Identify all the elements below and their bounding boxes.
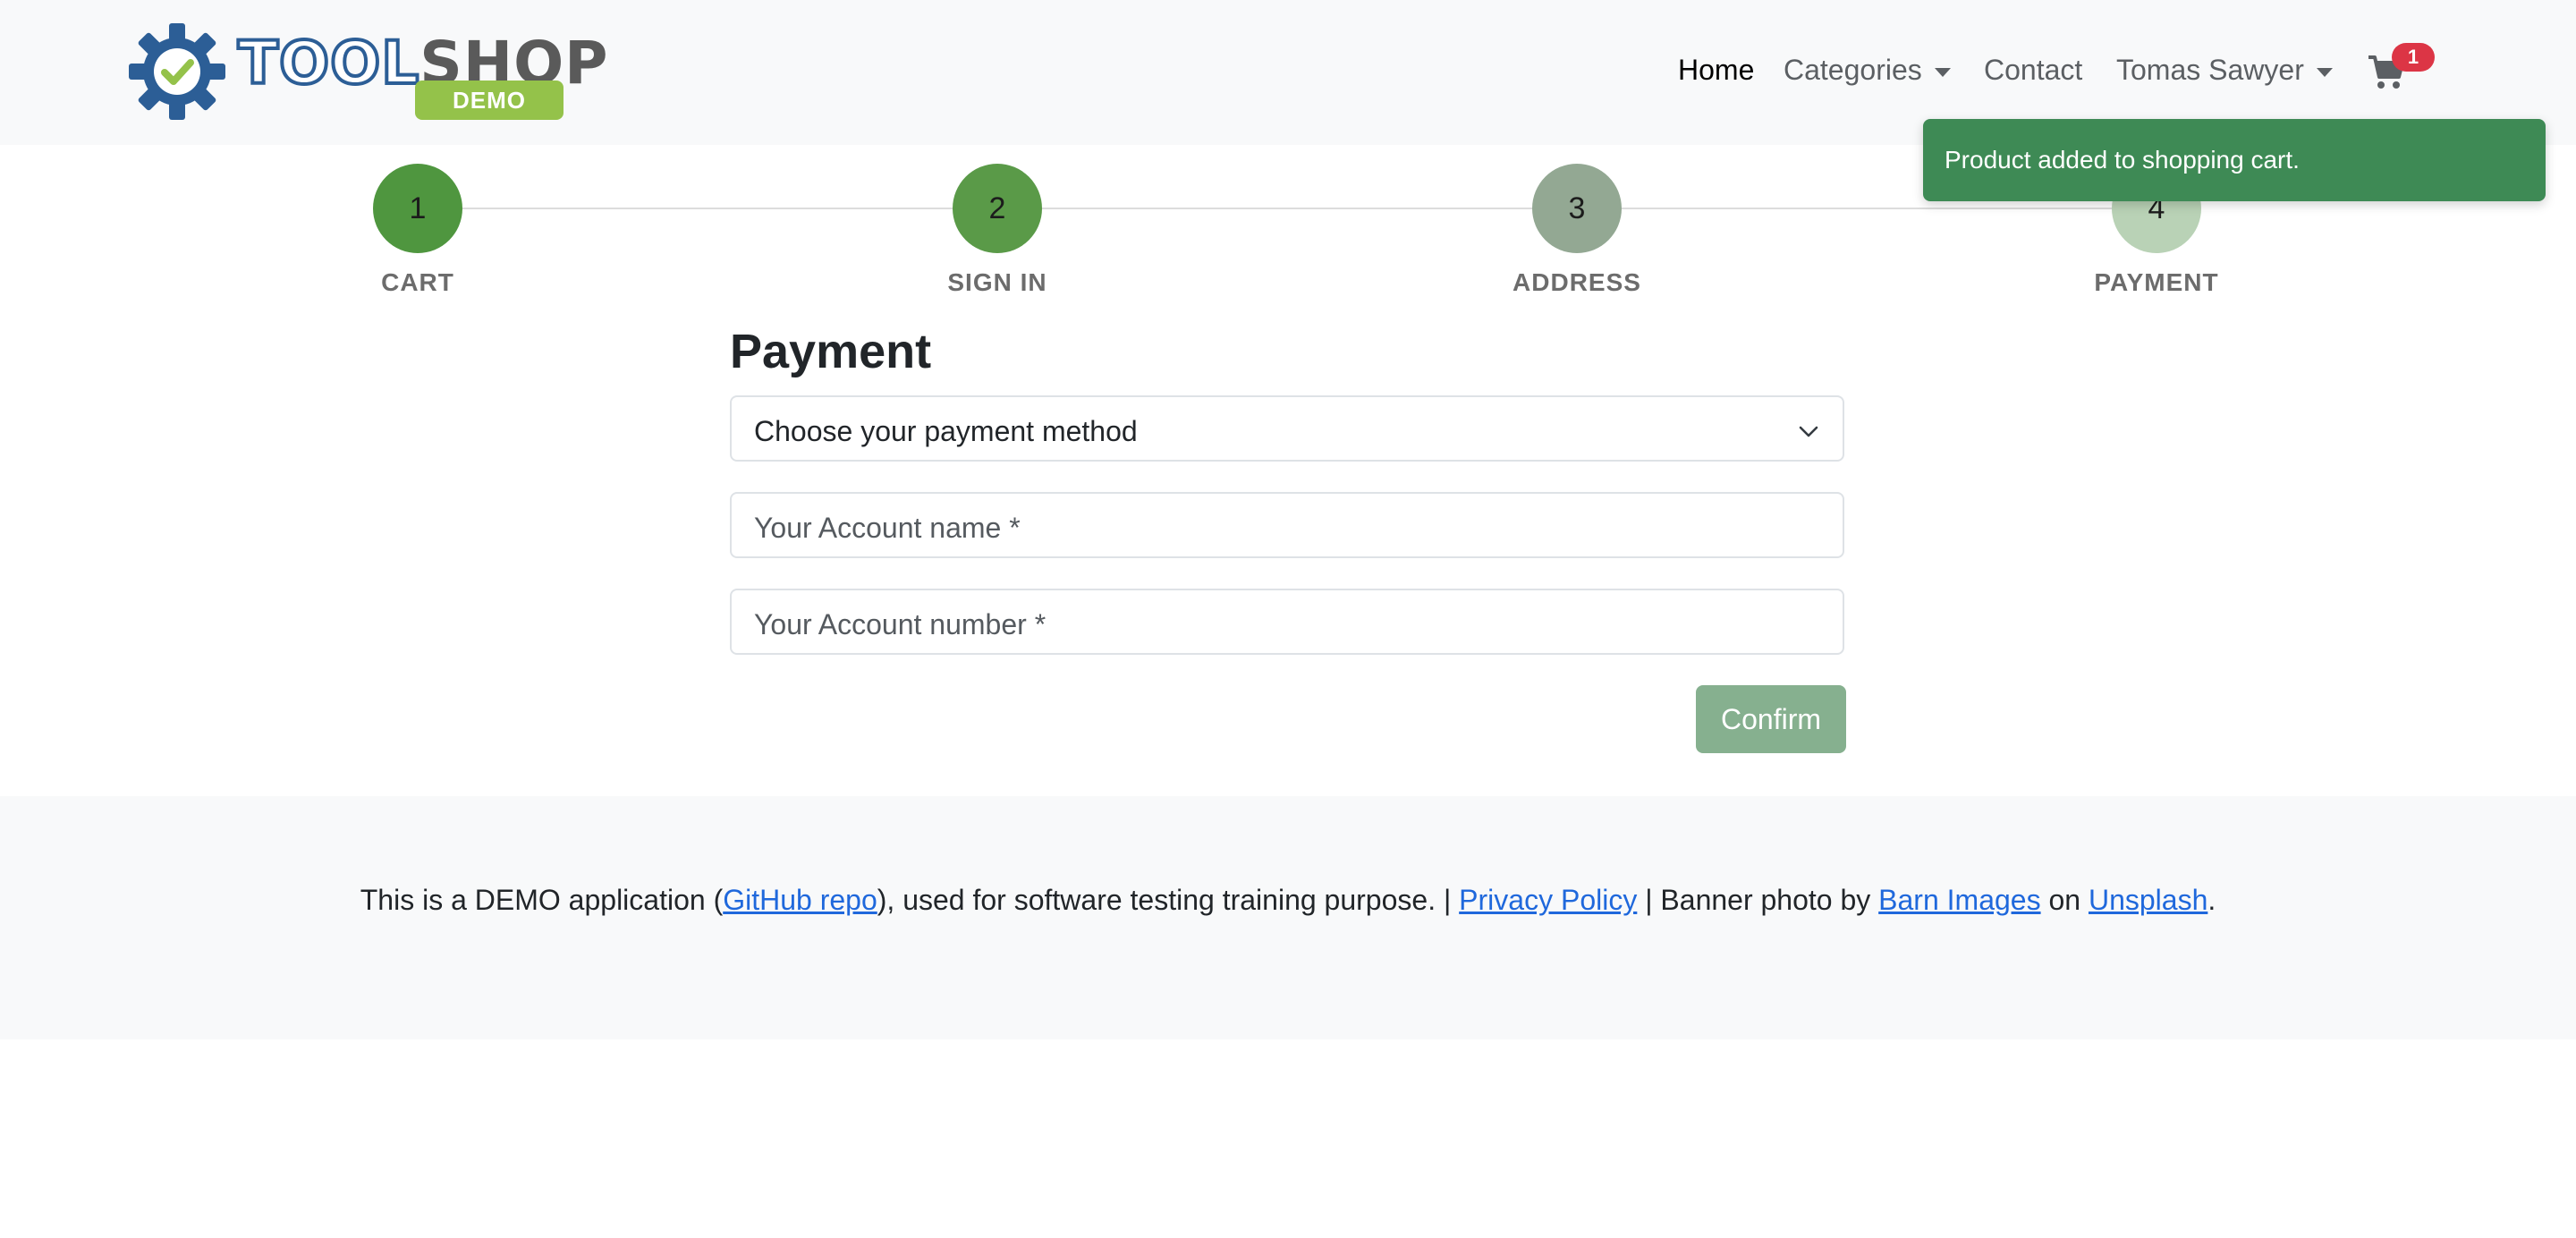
footer-text-part: | Banner photo by bbox=[1637, 884, 1879, 916]
step-circle-cart: 1 bbox=[373, 164, 462, 253]
caret-down-icon bbox=[1934, 67, 1951, 77]
account-name-placeholder: Your Account name * bbox=[754, 512, 1021, 544]
nav-user-dropdown[interactable]: Tomas Sawyer bbox=[2116, 54, 2333, 93]
confirm-button[interactable]: Confirm bbox=[1696, 685, 1846, 753]
toast-message: Product added to shopping cart. bbox=[1945, 146, 2300, 174]
brand-demo-badge: DEMO bbox=[415, 81, 564, 120]
brand-logo[interactable]: TOOLSHOP DEMO bbox=[127, 21, 608, 122]
nav-categories-dropdown[interactable]: Categories bbox=[1784, 54, 1951, 93]
footer-text-part: This is a DEMO application ( bbox=[360, 884, 724, 916]
privacy-policy-link[interactable]: Privacy Policy bbox=[1459, 884, 1637, 916]
footer: This is a DEMO application (GitHub repo)… bbox=[0, 796, 2576, 1039]
github-repo-link[interactable]: GitHub repo bbox=[723, 884, 877, 916]
stepper-line bbox=[418, 208, 2158, 209]
toast-notification[interactable]: Product added to shopping cart. bbox=[1923, 119, 2546, 201]
nav-categories-label: Categories bbox=[1784, 54, 1922, 86]
nav-user-label: Tomas Sawyer bbox=[2116, 54, 2304, 86]
account-number-placeholder: Your Account number * bbox=[754, 608, 1046, 640]
step-circle-address: 3 bbox=[1532, 164, 1622, 253]
unsplash-link[interactable]: Unsplash bbox=[2089, 884, 2207, 916]
caret-down-icon bbox=[2316, 67, 2333, 77]
account-number-field[interactable]: Your Account number * bbox=[730, 589, 1844, 655]
chevron-down-icon bbox=[1799, 426, 1818, 437]
barn-images-link[interactable]: Barn Images bbox=[1878, 884, 2040, 916]
footer-text-part: on bbox=[2040, 884, 2089, 916]
gear-check-icon bbox=[129, 23, 225, 120]
payment-method-select[interactable]: Choose your payment method bbox=[730, 395, 1844, 462]
cart-count-badge: 1 bbox=[2392, 43, 2435, 72]
footer-text-part: . bbox=[2207, 884, 2216, 916]
footer-text-part: ), used for software testing training pu… bbox=[877, 884, 1460, 916]
step-label-sign-in: SIGN IN bbox=[947, 268, 1047, 296]
step-label-cart: CART bbox=[381, 268, 454, 296]
nav-home[interactable]: Home bbox=[1678, 54, 1754, 93]
payment-method-value: Choose your payment method bbox=[754, 415, 1138, 447]
page-title: Payment bbox=[730, 325, 932, 378]
nav-contact[interactable]: Contact bbox=[1984, 54, 2082, 93]
account-name-field[interactable]: Your Account name * bbox=[730, 492, 1844, 558]
step-label-payment: PAYMENT bbox=[2094, 268, 2219, 296]
step-circle-sign-in: 2 bbox=[953, 164, 1042, 253]
step-label-address: ADDRESS bbox=[1513, 268, 1641, 296]
brand-word-tool: TOOL bbox=[236, 29, 420, 98]
footer-text: This is a DEMO application (GitHub repo)… bbox=[0, 884, 2576, 917]
